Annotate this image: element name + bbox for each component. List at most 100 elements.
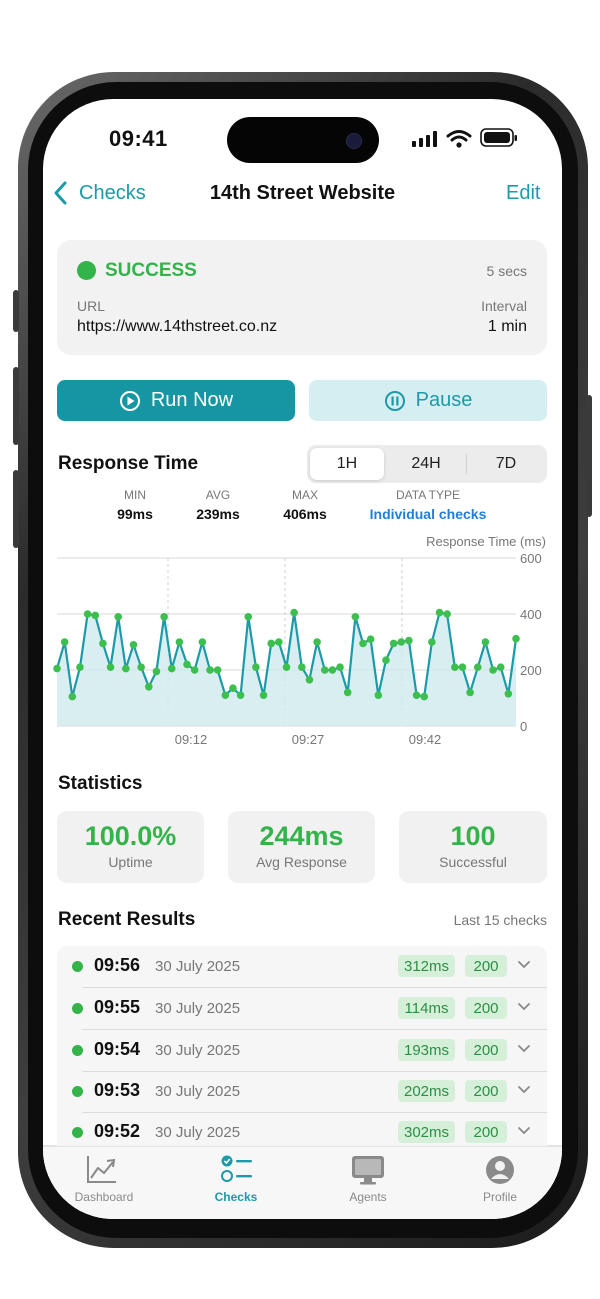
- data-point: [290, 608, 298, 617]
- avg-value: 239ms: [196, 506, 240, 522]
- success-dot: [72, 1003, 83, 1014]
- tab-dashboard[interactable]: Dashboard: [48, 1150, 160, 1210]
- result-row[interactable]: 09:52 30 July 2025 302ms 200: [58, 1112, 547, 1146]
- tab-checks[interactable]: Checks: [180, 1150, 292, 1210]
- pause-button[interactable]: Pause: [309, 380, 547, 421]
- x-tick-label: 09:27: [292, 732, 325, 747]
- range-1h[interactable]: 1H: [310, 448, 384, 480]
- data-point: [382, 656, 390, 664]
- volume-down-button: [13, 470, 19, 548]
- response-ms-badge: 302ms: [398, 1121, 455, 1143]
- result-date: 30 July 2025: [155, 1124, 241, 1141]
- data-type-link[interactable]: Individual checks: [358, 506, 498, 522]
- response-ms-badge: 193ms: [398, 1039, 455, 1061]
- y-tick-label: 400: [520, 607, 542, 622]
- data-point: [481, 638, 490, 646]
- chevron-down-icon: [518, 1086, 530, 1094]
- max-value: 406ms: [283, 506, 327, 522]
- avg-label: AVG: [205, 488, 231, 502]
- response-time-title: Response Time: [58, 453, 199, 474]
- interval-label: Interval: [481, 298, 527, 314]
- data-point: [451, 663, 459, 671]
- avg-response-label: Avg Response: [256, 854, 347, 870]
- action-button: [13, 290, 19, 332]
- y-tick-label: 600: [520, 551, 542, 566]
- recent-results-subtitle: Last 15 checks: [453, 912, 547, 928]
- result-row[interactable]: 09:56 30 July 2025 312ms 200: [58, 946, 547, 987]
- data-point: [466, 688, 474, 697]
- range-7d[interactable]: 7D: [468, 448, 544, 480]
- pause-icon: [384, 390, 405, 411]
- y-tick-label: 0: [520, 719, 527, 734]
- data-point: [114, 613, 122, 621]
- back-button[interactable]: Checks: [52, 180, 146, 206]
- data-point: [198, 638, 207, 646]
- avg-response-value: 244ms: [259, 821, 344, 851]
- tab-profile-label: Profile: [482, 1190, 517, 1204]
- edit-button[interactable]: Edit: [506, 182, 540, 205]
- recent-results-title: Recent Results: [58, 909, 196, 930]
- data-point: [359, 639, 367, 648]
- data-point: [405, 636, 413, 645]
- data-point: [259, 691, 268, 699]
- success-dot: [72, 961, 83, 972]
- result-time: 09:56: [94, 955, 141, 975]
- data-point: [91, 611, 100, 620]
- data-point: [206, 666, 214, 674]
- status-text: SUCCESS: [105, 260, 197, 281]
- chevron-down-icon: [518, 1003, 530, 1011]
- checklist-icon: [221, 1155, 252, 1182]
- result-time: 09:55: [94, 997, 141, 1017]
- url-value: https://www.14thstreet.co.nz: [77, 318, 278, 335]
- result-time: 09:54: [94, 1039, 141, 1059]
- data-point: [496, 663, 505, 671]
- range-24h[interactable]: 24H: [388, 448, 464, 480]
- url-label: URL: [77, 298, 106, 314]
- uptime-value: 100.0%: [84, 821, 177, 851]
- data-point: [435, 608, 444, 617]
- result-row[interactable]: 09:53 30 July 2025 202ms 200: [58, 1071, 547, 1112]
- data-point: [60, 638, 69, 646]
- statistics-title: Statistics: [58, 773, 143, 794]
- page-title: 14th Street Website: [209, 182, 396, 204]
- data-point: [190, 666, 199, 674]
- data-point: [213, 666, 222, 674]
- interval-value: 1 min: [487, 318, 527, 335]
- result-date: 30 July 2025: [155, 1000, 241, 1017]
- min-label: MIN: [124, 488, 146, 502]
- data-point: [99, 639, 107, 648]
- successful-value: 100: [450, 821, 496, 851]
- success-dot: [72, 1045, 83, 1056]
- data-point: [397, 638, 406, 646]
- response-ms-badge: 114ms: [398, 997, 455, 1019]
- tab-profile[interactable]: Profile: [444, 1150, 556, 1210]
- uptime-card: 100.0% Uptime: [57, 811, 204, 883]
- camera: [346, 133, 362, 149]
- signal-icon: [412, 131, 437, 147]
- monitor-icon: [352, 1156, 384, 1185]
- status-time: 09:41: [109, 126, 168, 151]
- data-point: [152, 667, 161, 676]
- power-button: [586, 395, 592, 517]
- status-code-badge: 200: [465, 1121, 507, 1143]
- data-point: [305, 676, 314, 684]
- tab-agents[interactable]: Agents: [312, 1150, 424, 1210]
- data-point: [420, 692, 429, 701]
- tab-dashboard-label: Dashboard: [74, 1190, 134, 1204]
- run-now-button[interactable]: Run Now: [57, 380, 295, 421]
- data-point: [275, 638, 283, 646]
- wifi-icon: [446, 130, 472, 148]
- result-row[interactable]: 09:55 30 July 2025 114ms 200: [58, 988, 547, 1029]
- data-point: [298, 663, 306, 671]
- data-point: [83, 610, 92, 618]
- data-point: [267, 639, 276, 648]
- status-code-badge: 200: [465, 955, 507, 977]
- data-point: [374, 691, 383, 699]
- tab-checks-label: Checks: [214, 1190, 258, 1204]
- data-point: [512, 634, 520, 643]
- data-point: [183, 660, 191, 669]
- data-point: [343, 688, 352, 697]
- volume-up-button: [13, 367, 19, 445]
- data-point: [145, 683, 153, 691]
- result-row[interactable]: 09:54 30 July 2025 193ms 200: [58, 1030, 547, 1071]
